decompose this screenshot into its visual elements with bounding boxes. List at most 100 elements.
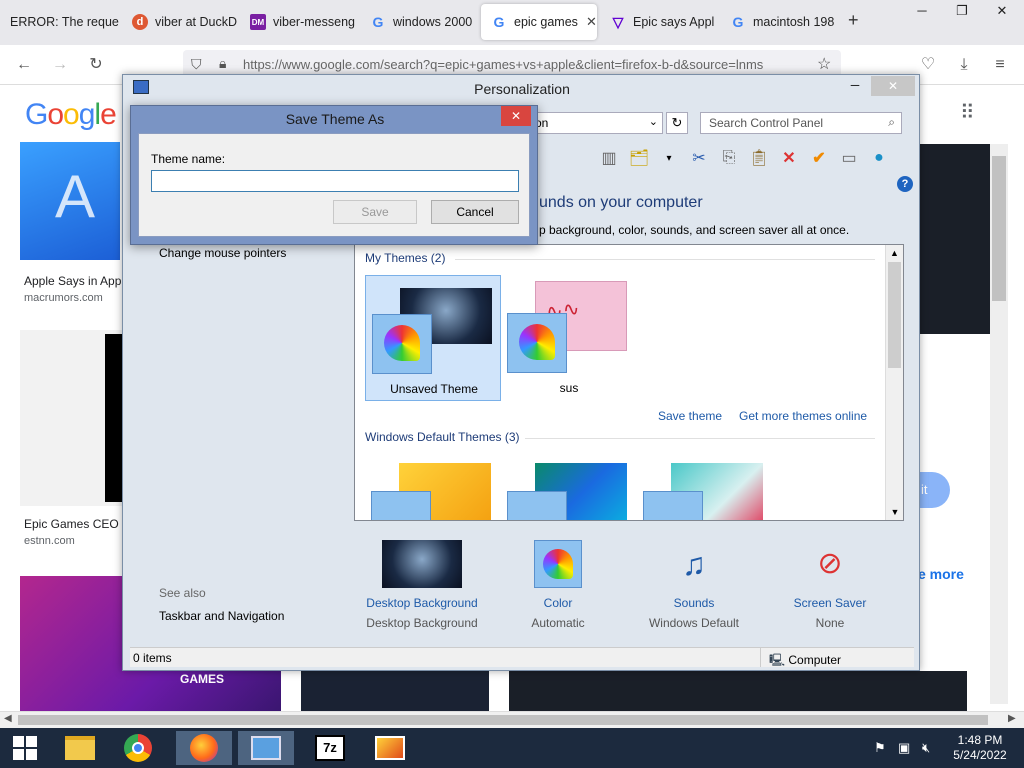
flag-icon[interactable]: ⚑ xyxy=(874,740,886,756)
minimize-icon[interactable]: ─ xyxy=(902,0,942,22)
scroll-left-icon[interactable]: ◀ xyxy=(4,713,12,724)
sounds-item[interactable]: ♫ Sounds Windows Default xyxy=(626,540,762,630)
theme-list-scrollbar[interactable]: ▲ ▼ xyxy=(885,245,903,520)
tab-error[interactable]: ERROR: The reque xyxy=(0,4,122,40)
back-arrow-icon[interactable]: ← xyxy=(14,55,34,75)
tab-epic-says-apple[interactable]: ▽ Epic says Appl xyxy=(600,4,718,40)
google-logo[interactable]: Google xyxy=(25,98,117,132)
control-panel-icon xyxy=(251,736,281,760)
google-button-peek[interactable]: it xyxy=(918,472,950,508)
minimize-icon[interactable]: ─ xyxy=(843,78,867,92)
tab-macintosh[interactable]: G macintosh 198 xyxy=(720,4,840,40)
apps-grid-icon[interactable]: ⠿ xyxy=(960,100,975,125)
page-scrollbar[interactable] xyxy=(990,144,1008,704)
windows-logo-icon xyxy=(13,736,37,760)
change-mouse-pointers-link[interactable]: Change mouse pointers xyxy=(159,246,286,260)
refresh-icon[interactable]: ↻ xyxy=(666,112,688,134)
item-label: Sounds xyxy=(673,596,715,610)
forward-arrow-icon[interactable]: → xyxy=(50,55,70,75)
result-image[interactable] xyxy=(301,671,489,711)
chrome-taskbar[interactable] xyxy=(110,731,166,765)
properties-icon[interactable]: 🗂︎ xyxy=(627,146,651,170)
theme-sus[interactable]: ∿∿ sus xyxy=(501,275,637,401)
lock-icon[interactable]: 🔒︎ xyxy=(219,55,226,72)
my-themes-heading: My Themes (2) xyxy=(365,251,446,265)
color-fan-icon xyxy=(507,491,567,520)
cut-icon[interactable]: ✂ xyxy=(687,146,711,170)
help-icon[interactable]: ? xyxy=(897,176,913,192)
network-icon[interactable]: ▣ xyxy=(898,740,910,756)
theme-unsaved[interactable]: Unsaved Theme xyxy=(365,275,501,401)
tab-viber-messenger[interactable]: DM viber-messeng xyxy=(240,4,360,40)
close-icon[interactable]: ✕ xyxy=(871,76,915,96)
copy-icon[interactable]: ⎘ xyxy=(717,146,741,170)
tracking-shield-icon[interactable]: ⛉ xyxy=(191,56,202,73)
theme-flowers[interactable] xyxy=(637,455,773,520)
address-dropdown[interactable]: on ⌄ xyxy=(529,112,663,134)
rename-icon[interactable]: ▭ xyxy=(837,146,861,170)
save-theme-dialog: Save Theme As ✕ Theme name: Save Cancel xyxy=(130,105,538,245)
control-panel-taskbar[interactable] xyxy=(238,731,294,765)
restore-icon[interactable]: ❐ xyxy=(942,0,982,22)
new-tab-button[interactable]: + xyxy=(848,10,859,31)
save-button[interactable]: Save xyxy=(333,200,417,224)
bottom-items: Desktop Background Desktop Background Co… xyxy=(354,540,914,630)
chevron-down-icon[interactable]: ▾ xyxy=(657,146,681,170)
tab-label: windows 2000 xyxy=(393,15,473,29)
reload-icon[interactable]: ↻ xyxy=(86,55,106,75)
volume-muted-icon[interactable]: 🔇︎ xyxy=(922,740,930,756)
7zip-taskbar[interactable]: 7z xyxy=(302,731,358,765)
tab-viber-duckduckgo[interactable]: d viber at DuckD xyxy=(122,4,240,40)
tab-label: viber-messeng xyxy=(273,15,355,29)
result-title[interactable]: Apple Says in App xyxy=(24,274,121,288)
taskbar-navigation-link[interactable]: Taskbar and Navigation xyxy=(159,609,284,623)
close-window-icon[interactable]: ✕ xyxy=(982,0,1022,22)
get-more-themes-link[interactable]: Get more themes online xyxy=(739,409,867,423)
close-tab-icon[interactable]: ✕ xyxy=(586,14,597,30)
close-icon[interactable]: ✕ xyxy=(501,106,531,126)
tab-label: viber at DuckD xyxy=(155,15,237,29)
globe-icon[interactable]: ● xyxy=(867,146,891,170)
result-image[interactable] xyxy=(509,671,967,711)
result-image[interactable] xyxy=(20,330,122,506)
theme-lines-colors[interactable] xyxy=(501,455,637,520)
delete-icon[interactable]: ✕ xyxy=(777,146,801,170)
menu-icon[interactable]: ≡ xyxy=(990,55,1010,75)
file-explorer-taskbar[interactable] xyxy=(52,731,108,765)
dialog-body: Theme name: Save Cancel xyxy=(138,133,530,237)
paste-icon[interactable]: 📋︎ xyxy=(747,146,771,170)
media-taskbar[interactable] xyxy=(362,731,418,765)
status-computer-label: Computer xyxy=(788,653,842,667)
firefox-taskbar[interactable] xyxy=(176,731,232,765)
result-image[interactable] xyxy=(920,144,992,334)
scroll-right-icon[interactable]: ▶ xyxy=(1008,713,1016,724)
result-title[interactable]: Epic Games CEO I xyxy=(24,517,125,531)
theme-windows[interactable] xyxy=(365,455,501,520)
see-more-link[interactable]: e more xyxy=(918,566,964,582)
search-control-panel-input[interactable]: Search Control Panel ⌕ xyxy=(700,112,902,134)
color-item[interactable]: Color Automatic xyxy=(490,540,626,630)
layout-icon[interactable]: ▥ xyxy=(597,146,621,170)
tab-epic-games[interactable]: G epic games ✕ xyxy=(481,4,597,40)
scroll-thumb[interactable] xyxy=(18,715,988,725)
screen-saver-item[interactable]: ⊘ Screen Saver None xyxy=(762,540,898,630)
toolbar: ▥ 🗂︎ ▾ ✂ ⎘ 📋︎ ✕ ✔ ▭ ● xyxy=(529,145,915,171)
status-location: 🖳︎ Computer xyxy=(760,648,849,667)
checkmark-icon[interactable]: ✔ xyxy=(807,146,831,170)
window-title: Personalization xyxy=(474,81,570,97)
save-theme-link[interactable]: Save theme xyxy=(658,409,722,423)
tab-windows-2000[interactable]: G windows 2000 xyxy=(360,4,478,40)
start-button[interactable] xyxy=(0,731,50,765)
cancel-button[interactable]: Cancel xyxy=(431,200,519,224)
bookmark-star-icon[interactable]: ☆ xyxy=(817,54,831,74)
desktop-background-item[interactable]: Desktop Background Desktop Background xyxy=(354,540,490,630)
status-bar: 0 items 🖳︎ Computer xyxy=(130,647,914,667)
chevron-down-icon: ⌄ xyxy=(648,116,658,128)
result-image[interactable]: A xyxy=(20,142,120,260)
pocket-icon[interactable]: ♡ xyxy=(918,55,938,75)
clock[interactable]: 1:48 PM 5/24/2022 xyxy=(948,733,1012,763)
color-fan-icon xyxy=(507,313,567,373)
download-icon[interactable]: ⤓ xyxy=(954,55,974,75)
horizontal-scrollbar[interactable]: ◀ ▶ xyxy=(0,711,1024,728)
theme-name-input[interactable] xyxy=(151,170,519,192)
